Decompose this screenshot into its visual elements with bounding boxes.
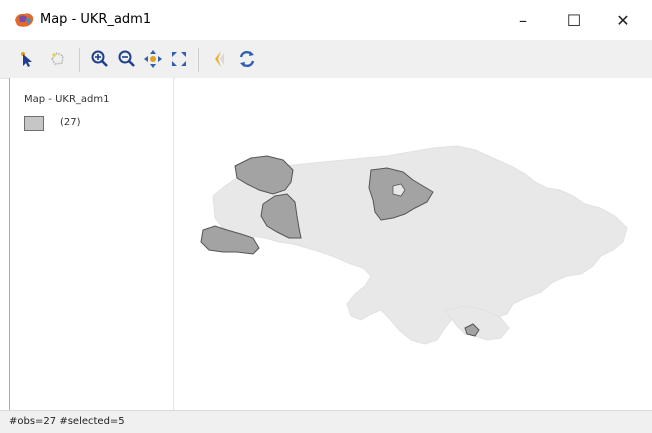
refresh-icon (239, 50, 255, 68)
map-canvas[interactable] (175, 78, 652, 410)
map-window: Map - UKR_adm1 – ☐ ✕ Map - UKR_adm1 (27)… (0, 0, 652, 433)
app-icon (13, 11, 35, 29)
fit-extent-button[interactable] (168, 48, 190, 70)
pan-button[interactable] (142, 48, 164, 70)
legend-panel: Map - UKR_adm1 (27) (9, 78, 174, 410)
classification-button[interactable] (209, 48, 231, 70)
toolbar (0, 40, 652, 79)
maximize-icon: ☐ (566, 10, 582, 30)
zoom-in-button[interactable] (89, 48, 111, 70)
fit-extent-icon (172, 52, 186, 66)
map-svg[interactable] (175, 78, 652, 410)
status-text: #obs=27 #selected=5 (9, 416, 125, 427)
legend-title: Map - UKR_adm1 (24, 94, 110, 105)
classification-icon (215, 51, 224, 67)
toolbar-separator (198, 48, 199, 72)
pan-icon (144, 50, 162, 68)
select-tool-button[interactable] (15, 48, 37, 70)
legend-swatch[interactable] (24, 116, 44, 131)
zoom-out-icon (118, 50, 135, 67)
minimize-button[interactable]: – (500, 0, 546, 40)
select-arrow-icon (21, 52, 32, 67)
maximize-button[interactable]: ☐ (551, 0, 597, 40)
close-button[interactable]: ✕ (600, 0, 646, 40)
select-region-button[interactable] (47, 48, 69, 70)
status-bar: #obs=27 #selected=5 (0, 410, 652, 433)
toolbar-separator (79, 48, 80, 72)
zoom-in-icon (91, 50, 108, 67)
window-title: Map - UKR_adm1 (40, 12, 152, 27)
close-icon: ✕ (616, 10, 630, 30)
minimize-icon: – (519, 10, 527, 30)
refresh-button[interactable] (236, 48, 258, 70)
legend-count: (27) (60, 117, 81, 128)
title-bar: Map - UKR_adm1 – ☐ ✕ (0, 0, 652, 40)
select-region-icon (51, 52, 64, 65)
zoom-out-button[interactable] (116, 48, 138, 70)
